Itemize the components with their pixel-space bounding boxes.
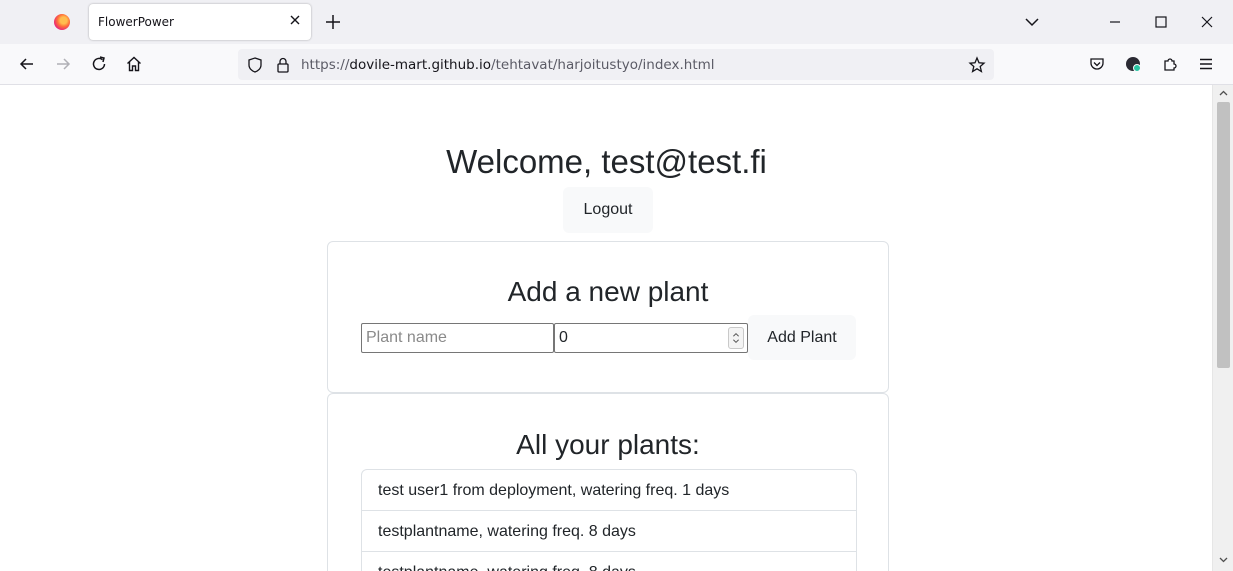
- nav-toolbar: https://dovile-mart.github.io/tehtavat/h…: [0, 44, 1233, 85]
- plant-list: test user1 from deployment, watering fre…: [361, 469, 857, 571]
- plant-list-card: All your plants: test user1 from deploym…: [327, 393, 889, 571]
- close-window-icon[interactable]: [1197, 12, 1217, 32]
- scroll-up-icon[interactable]: [1218, 88, 1229, 99]
- puzzle-icon[interactable]: [1161, 55, 1179, 73]
- vertical-scrollbar[interactable]: [1212, 85, 1233, 571]
- list-item[interactable]: testplantname, watering freq. 8 days: [362, 552, 856, 571]
- frequency-value: 0: [559, 329, 568, 346]
- list-item[interactable]: test user1 from deployment, watering fre…: [362, 470, 856, 511]
- reload-icon[interactable]: [90, 55, 108, 73]
- scroll-down-icon[interactable]: [1218, 554, 1229, 565]
- star-icon[interactable]: [968, 56, 986, 74]
- pocket-icon[interactable]: [1088, 55, 1106, 73]
- number-spinner-icon[interactable]: [728, 327, 744, 349]
- tab-title: FlowerPower: [98, 15, 174, 29]
- arrow-left-icon[interactable]: [18, 55, 36, 73]
- close-icon[interactable]: [287, 12, 303, 28]
- url-host: dovile-mart.github.io: [349, 57, 492, 73]
- globe-icon[interactable]: [1124, 55, 1142, 73]
- hamburger-icon[interactable]: [1197, 55, 1215, 73]
- home-icon[interactable]: [125, 55, 143, 73]
- add-plant-card: Add a new plant 0 Add Plant: [327, 241, 889, 393]
- url-path: /tehtavat/harjoitustyo/index.html: [491, 57, 715, 73]
- minimize-icon[interactable]: [1105, 12, 1125, 32]
- maximize-icon[interactable]: [1151, 12, 1171, 32]
- url-bar[interactable]: https://dovile-mart.github.io/tehtavat/h…: [238, 49, 994, 80]
- logout-button[interactable]: Logout: [563, 187, 653, 233]
- watering-frequency-input[interactable]: 0: [554, 323, 748, 353]
- tab-flowerpower[interactable]: FlowerPower: [89, 4, 311, 40]
- tab-strip: FlowerPower: [0, 0, 1233, 44]
- plus-icon[interactable]: [323, 12, 343, 32]
- lock-icon[interactable]: [274, 56, 292, 74]
- add-plant-heading: Add a new plant: [507, 276, 709, 307]
- firefox-icon[interactable]: [54, 14, 70, 30]
- add-plant-button[interactable]: Add Plant: [748, 315, 856, 360]
- arrow-right-icon[interactable]: [54, 55, 72, 73]
- welcome-heading: Welcome, test@test.fi: [446, 143, 767, 180]
- plant-list-heading: All your plants:: [516, 429, 700, 460]
- browser-window: FlowerPower https://dovile-mart.github.i…: [0, 0, 1233, 571]
- scrollbar-thumb[interactable]: [1217, 102, 1230, 368]
- plant-name-input[interactable]: [361, 323, 554, 353]
- page-content: Welcome, test@test.fi Logout Add a new p…: [1, 85, 1212, 571]
- url-scheme: https://: [301, 57, 350, 73]
- chevron-down-icon[interactable]: [1022, 12, 1042, 32]
- shield-icon[interactable]: [246, 56, 264, 74]
- list-item[interactable]: testplantname, watering freq. 8 days: [362, 511, 856, 552]
- url-text[interactable]: https://dovile-mart.github.io/tehtavat/h…: [301, 57, 715, 73]
